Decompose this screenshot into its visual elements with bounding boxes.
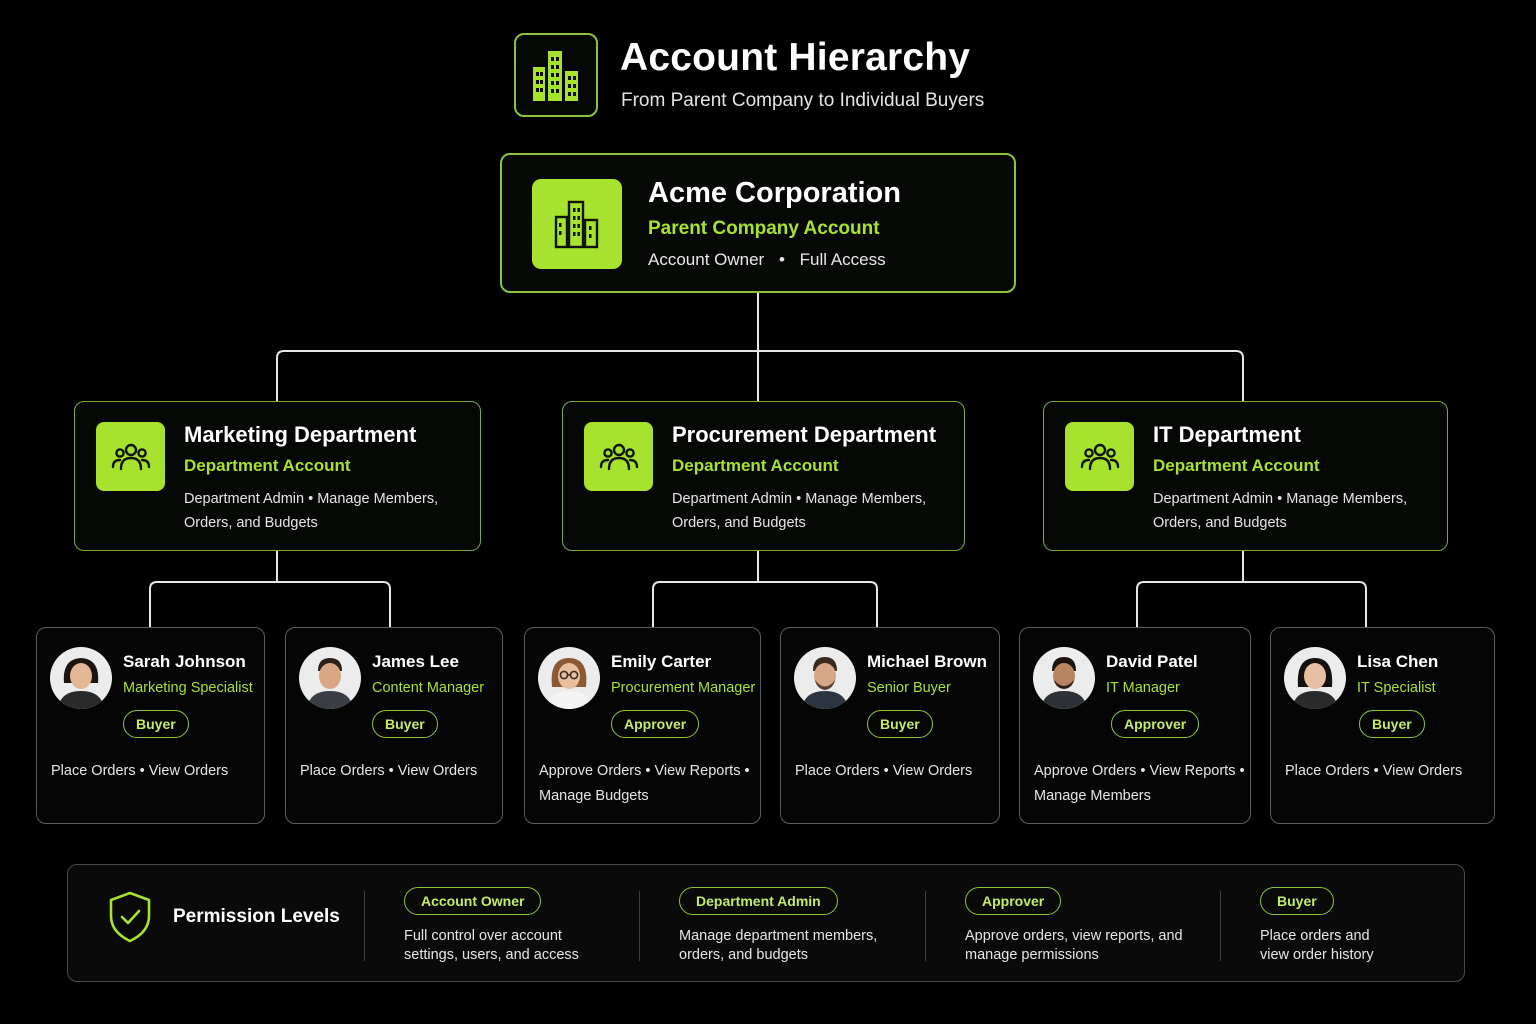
role-badge: Buyer xyxy=(123,710,189,738)
department-icon xyxy=(96,422,165,491)
person-card-james-lee[interactable]: James Lee Content Manager Buyer Place Or… xyxy=(285,627,503,824)
users-icon xyxy=(599,443,638,470)
department-type: Department Account xyxy=(672,456,839,475)
root-account-roles: Account Owner • Full Access xyxy=(648,250,886,270)
role-badge: Approver xyxy=(1111,710,1200,738)
person-title: IT Manager xyxy=(1106,680,1180,696)
person-card-michael-brown[interactable]: Michael Brown Senior Buyer Buyer Place O… xyxy=(780,627,1000,824)
person-name: Michael Brown xyxy=(867,652,987,671)
permission-levels-legend: Permission Levels Account Owner Full con… xyxy=(67,864,1465,982)
root-account-card[interactable]: Acme Corporation Parent Company Account … xyxy=(500,153,1016,293)
root-account-role: Account Owner xyxy=(648,250,765,269)
department-description: Department Admin • Manage Members, Order… xyxy=(1153,491,1408,531)
department-card-procurement[interactable]: Procurement Department Department Accoun… xyxy=(562,401,965,551)
person-card-sarah-johnson[interactable]: Sarah Johnson Marketing Specialist Buyer… xyxy=(36,627,265,824)
header-logo xyxy=(514,33,598,117)
person-card-lisa-chen[interactable]: Lisa Chen IT Specialist Buyer Place Orde… xyxy=(1270,627,1495,824)
department-type: Department Account xyxy=(184,456,351,475)
avatar xyxy=(538,647,600,709)
person-name: Lisa Chen xyxy=(1357,652,1439,671)
department-description: Department Admin • Manage Members, Order… xyxy=(672,491,927,531)
person-permissions: Approve Orders • View Reports • Manage B… xyxy=(539,763,750,804)
person-card-emily-carter[interactable]: Emily Carter Procurement Manager Approve… xyxy=(524,627,761,824)
department-name: Procurement Department xyxy=(672,422,937,447)
legend-badge-department-admin: Department Admin xyxy=(679,887,838,915)
role-badge: Buyer xyxy=(372,710,438,738)
connector-procurement xyxy=(652,551,878,627)
person-permissions: Place Orders • View Orders xyxy=(1285,763,1463,779)
department-description: Department Admin • Manage Members, Order… xyxy=(184,491,439,531)
person-name: Emily Carter xyxy=(611,652,712,671)
legend-title: Permission Levels xyxy=(173,906,340,927)
users-icon xyxy=(111,443,150,470)
person-name: David Patel xyxy=(1106,652,1198,671)
root-account-type: Parent Company Account xyxy=(648,218,880,239)
buildings-icon xyxy=(554,200,599,249)
person-permissions: Place Orders • View Orders xyxy=(795,763,973,779)
legend-description: Full control over account settings, user… xyxy=(404,928,579,963)
connector-departments xyxy=(276,350,1244,401)
root-account-name: Acme Corporation xyxy=(648,177,901,209)
department-card-it[interactable]: IT Department Department Account Departm… xyxy=(1043,401,1448,551)
avatar xyxy=(299,647,361,709)
separator-dot: • xyxy=(778,250,785,269)
person-name: Sarah Johnson xyxy=(123,652,246,671)
department-name: IT Department xyxy=(1153,422,1301,447)
page-title: Account Hierarchy xyxy=(620,36,971,79)
department-icon xyxy=(584,422,653,491)
person-permissions: Place Orders • View Orders xyxy=(51,763,229,779)
legend-description: Place orders and view order history xyxy=(1260,928,1374,963)
role-badge: Buyer xyxy=(867,710,933,738)
person-card-david-patel[interactable]: David Patel IT Manager Approver Approve … xyxy=(1019,627,1251,824)
legend-divider xyxy=(364,891,365,961)
role-badge: Buyer xyxy=(1359,710,1425,738)
users-icon xyxy=(1080,443,1119,470)
buildings-icon xyxy=(533,51,578,101)
person-title: Senior Buyer xyxy=(867,680,951,696)
person-permissions: Approve Orders • View Reports • Manage M… xyxy=(1034,763,1245,804)
department-name: Marketing Department xyxy=(184,422,417,447)
shield-check-icon xyxy=(109,891,151,943)
legend-description: Manage department members, orders, and b… xyxy=(679,928,878,963)
avatar xyxy=(794,647,856,709)
avatar xyxy=(1033,647,1095,709)
department-icon xyxy=(1065,422,1134,491)
person-title: Marketing Specialist xyxy=(123,680,253,696)
legend-divider xyxy=(925,891,926,961)
legend-divider xyxy=(1220,891,1221,961)
department-type: Department Account xyxy=(1153,456,1320,475)
role-badge: Approver xyxy=(611,710,700,738)
person-title: Procurement Manager xyxy=(611,680,756,696)
avatar xyxy=(50,647,112,709)
legend-badge-approver: Approver xyxy=(965,887,1062,915)
connector-marketing xyxy=(149,551,391,627)
person-name: James Lee xyxy=(372,652,459,671)
legend-badge-buyer: Buyer xyxy=(1260,887,1334,915)
avatar xyxy=(1284,647,1346,709)
department-card-marketing[interactable]: Marketing Department Department Account … xyxy=(74,401,481,551)
person-title: IT Specialist xyxy=(1357,680,1436,696)
root-account-access: Full Access xyxy=(799,250,886,269)
legend-divider xyxy=(639,891,640,961)
person-title: Content Manager xyxy=(372,680,485,696)
connector-it xyxy=(1136,551,1367,627)
root-account-icon xyxy=(532,179,622,269)
legend-description: Approve orders, view reports, and manage… xyxy=(965,928,1183,963)
page-subtitle: From Parent Company to Individual Buyers xyxy=(621,90,985,111)
person-permissions: Place Orders • View Orders xyxy=(300,763,478,779)
legend-badge-account-owner: Account Owner xyxy=(404,887,542,915)
